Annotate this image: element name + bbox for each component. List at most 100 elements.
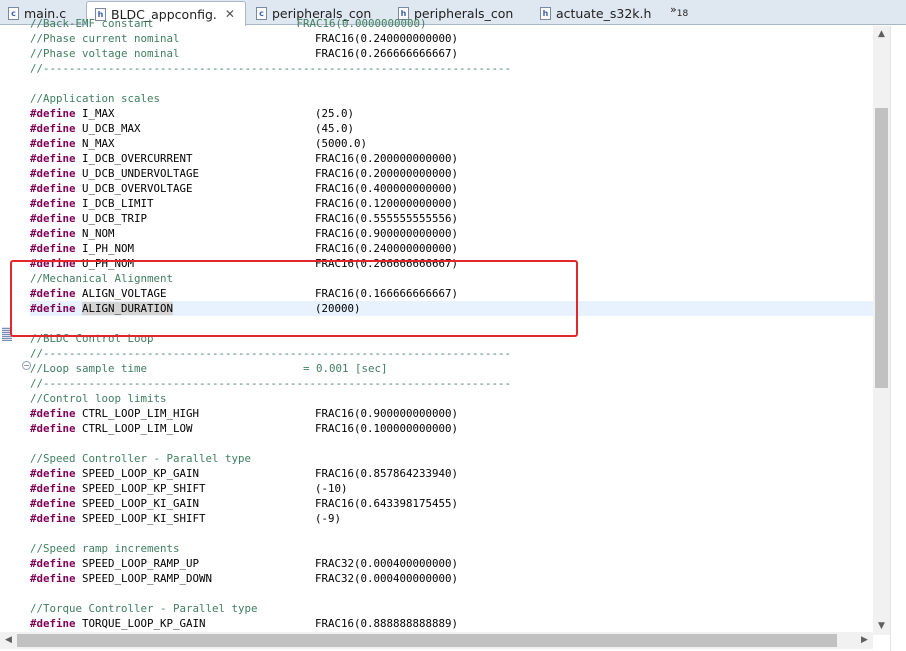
define-value: FRAC16(0.100000000000) (315, 422, 459, 435)
define-line[interactable]: #define N_NOM FRAC16(0.900000000000) (30, 226, 873, 241)
current-line-marker (2, 327, 12, 341)
comment-line[interactable]: //Back-EMF constant FRAC16(0.0000000000) (30, 16, 873, 31)
define-keyword: #define (30, 227, 76, 240)
comment-line[interactable]: //Phase voltage nominal FRAC16(0.26666666… (30, 46, 873, 61)
define-keyword: #define (30, 152, 76, 165)
define-line[interactable]: #define CTRL_LOOP_LIM_LOW FRAC16(0.100000… (30, 421, 873, 436)
define-line[interactable]: #define N_MAX (5000.0) (30, 136, 873, 151)
define-line[interactable]: #define CTRL_LOOP_LIM_HIGH FRAC16(0.90000… (30, 406, 873, 421)
code-editor[interactable]: //Back-EMF constant FRAC16(0.0000000000)… (30, 16, 873, 636)
comment-line[interactable]: //Phase current nominal FRAC16(0.24000000… (30, 31, 873, 46)
define-keyword: #define (30, 182, 76, 195)
define-keyword: #define (30, 512, 76, 525)
define-line[interactable]: #define I_DCB_OVERCURRENT FRAC16(0.200000… (30, 151, 873, 166)
define-value: (20000) (315, 302, 361, 315)
comment-line[interactable]: //Mechanical Alignment (30, 271, 873, 286)
define-line[interactable]: #define SPEED_LOOP_KI_GAIN FRAC16(0.64339… (30, 496, 873, 511)
scroll-down-arrow-icon[interactable]: ▼ (873, 618, 890, 635)
define-line[interactable]: #define U_DCB_OVERVOLTAGE FRAC16(0.400000… (30, 181, 873, 196)
macro-name: N_MAX (82, 137, 115, 150)
comment-line[interactable]: //Loop sample time = 0.001 [sec] (30, 361, 873, 376)
code-comment: //Phase current nominal (30, 32, 180, 45)
define-value: FRAC16(0.857864233940) (315, 467, 459, 480)
macro-name: U_DCB_MAX (82, 122, 141, 135)
define-keyword: #define (30, 212, 76, 225)
scroll-left-arrow-icon[interactable]: ◀ (0, 632, 17, 649)
define-line[interactable]: #define I_DCB_LIMIT FRAC16(0.120000000000… (30, 196, 873, 211)
comment-line[interactable]: //--------------------------------------… (30, 346, 873, 361)
define-value: (-9) (315, 512, 342, 525)
blank-line[interactable] (30, 526, 873, 541)
define-value: FRAC16(0.240000000000) (315, 242, 459, 255)
blank-line[interactable] (30, 586, 873, 601)
scroll-up-arrow-icon[interactable]: ▲ (873, 26, 890, 43)
macro-name: I_DCB_LIMIT (82, 197, 154, 210)
macro-name: I_PH_NOM (82, 242, 135, 255)
define-value: FRAC32(0.000400000000) (315, 557, 459, 570)
horizontal-scrollbar[interactable]: ◀ ▶ (0, 632, 873, 649)
define-value: FRAC16(0.120000000000) (315, 197, 459, 210)
define-line[interactable]: #define SPEED_LOOP_KP_GAIN FRAC16(0.85786… (30, 466, 873, 481)
define-line[interactable]: #define TORQUE_LOOP_KP_GAIN FRAC16(0.8888… (30, 616, 873, 631)
define-line[interactable]: #define U_DCB_UNDERVOLTAGE FRAC16(0.20000… (30, 166, 873, 181)
define-line[interactable]: #define I_PH_NOM FRAC16(0.240000000000) (30, 241, 873, 256)
define-keyword: #define (30, 302, 76, 315)
define-keyword: #define (30, 137, 76, 150)
define-line[interactable]: #define I_MAX (25.0) (30, 106, 873, 121)
define-value: (45.0) (315, 122, 355, 135)
comment-line[interactable]: //Speed ramp increments (30, 541, 873, 556)
define-line[interactable]: #define U_DCB_MAX (45.0) (30, 121, 873, 136)
define-line[interactable]: #define ALIGN_DURATION (20000) (30, 301, 873, 316)
define-value: FRAC16(0.643398175455) (315, 497, 459, 510)
define-line[interactable]: #define SPEED_LOOP_RAMP_DOWN FRAC32(0.000… (30, 571, 873, 586)
define-value: FRAC16(0.900000000000) (315, 227, 459, 240)
define-line[interactable]: #define U_DCB_TRIP FRAC16(0.555555555556) (30, 211, 873, 226)
macro-name: SPEED_LOOP_KI_GAIN (82, 497, 200, 510)
c-source-file-icon: c (8, 7, 19, 20)
code-comment: //Application scales (30, 92, 161, 105)
horizontal-scroll-thumb[interactable] (17, 634, 837, 647)
comment-line[interactable]: //Application scales (30, 91, 873, 106)
define-keyword: #define (30, 167, 76, 180)
macro-name: CTRL_LOOP_LIM_HIGH (82, 407, 200, 420)
define-value: FRAC16(0.266666666667) (315, 257, 459, 270)
comment-line[interactable]: //Control loop limits (30, 391, 873, 406)
comment-line[interactable]: //--------------------------------------… (30, 61, 873, 76)
code-comment: //Phase voltage nominal (30, 47, 180, 60)
define-line[interactable]: #define SPEED_LOOP_KI_SHIFT (-9) (30, 511, 873, 526)
scroll-right-arrow-icon[interactable]: ▶ (856, 632, 873, 649)
define-line[interactable]: #define SPEED_LOOP_KP_SHIFT (-10) (30, 481, 873, 496)
define-value: FRAC16(0.240000000000) (315, 32, 459, 45)
overview-ruler (890, 26, 906, 651)
define-line[interactable]: #define U_PH_NOM FRAC16(0.266666666667) (30, 256, 873, 271)
macro-name: I_MAX (82, 107, 115, 120)
macro-name: ALIGN_VOLTAGE (82, 287, 167, 300)
define-keyword: #define (30, 572, 76, 585)
comment-line[interactable]: //Torque Controller - Parallel type (30, 601, 873, 616)
comment-line[interactable]: //BLDC Control Loop (30, 331, 873, 346)
blank-line[interactable] (30, 436, 873, 451)
blank-line[interactable] (30, 316, 873, 331)
vertical-scroll-thumb[interactable] (875, 108, 888, 388)
define-keyword: #define (30, 557, 76, 570)
vertical-scrollbar[interactable]: ▲ ▼ (873, 26, 890, 635)
code-comment: //--------------------------------------… (30, 347, 512, 360)
macro-name: N_NOM (82, 227, 115, 240)
define-value: (25.0) (315, 107, 355, 120)
macro-name: SPEED_LOOP_RAMP_UP (82, 557, 200, 570)
macro-name: ALIGN_DURATION (82, 302, 174, 315)
define-keyword: #define (30, 257, 76, 270)
define-value: FRAC16(0.900000000000) (315, 407, 459, 420)
define-keyword: #define (30, 242, 76, 255)
comment-line[interactable]: //Speed Controller - Parallel type (30, 451, 873, 466)
define-keyword: #define (30, 287, 76, 300)
define-line[interactable]: #define ALIGN_VOLTAGE FRAC16(0.1666666666… (30, 286, 873, 301)
macro-name: SPEED_LOOP_KI_SHIFT (82, 512, 206, 525)
define-value: FRAC32(0.000400000000) (315, 572, 459, 585)
comment-line[interactable]: //--------------------------------------… (30, 376, 873, 391)
define-value: FRAC16(0.888888888889) (315, 617, 459, 630)
macro-name: SPEED_LOOP_KP_SHIFT (82, 482, 206, 495)
define-line[interactable]: #define SPEED_LOOP_RAMP_UP FRAC32(0.00040… (30, 556, 873, 571)
blank-line[interactable] (30, 76, 873, 91)
define-value: FRAC16(0.266666666667) (315, 47, 459, 60)
